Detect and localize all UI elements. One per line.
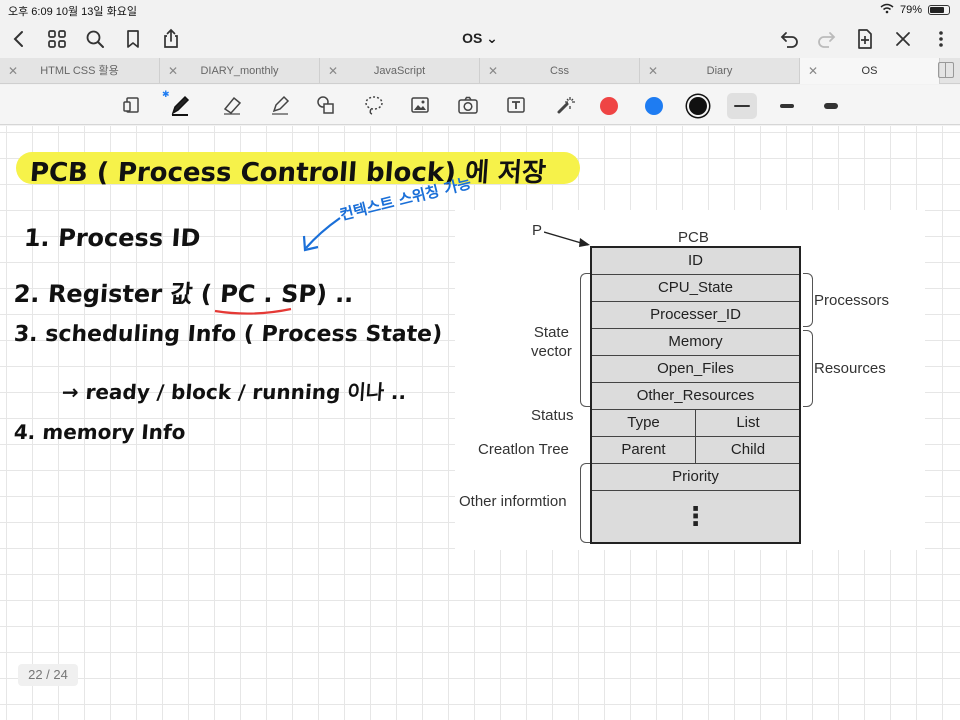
pcb-row-priority: Priority (592, 464, 799, 491)
pcb-row-open-files: Open_Files (592, 356, 799, 383)
camera-tool[interactable] (456, 93, 480, 117)
lasso-icon (365, 96, 383, 115)
camera-icon (458, 96, 478, 114)
pcb-cell-type: Type (592, 410, 696, 436)
resources-brace (803, 330, 813, 407)
pcb-cell-list: List (736, 414, 760, 431)
text-tool[interactable] (504, 93, 528, 117)
close-button[interactable] (890, 26, 916, 52)
tab-close-icon[interactable]: ✕ (648, 58, 658, 84)
label-other-information: Other informtion (459, 493, 567, 510)
stroke-width-thin[interactable] (727, 93, 757, 119)
pcb-row-parent-child: Parent Child (592, 437, 799, 464)
state-vector-brace (580, 273, 590, 407)
pcb-row-cpu-state: CPU_State (592, 275, 799, 302)
undo-button[interactable] (776, 26, 802, 52)
pcb-row-type-list: Type List (592, 410, 799, 437)
tab-close-icon[interactable]: ✕ (488, 58, 498, 84)
pen-tool[interactable] (168, 93, 192, 117)
status-bar: 오후 6:09 10월 13일 화요일 79% (0, 0, 960, 20)
tab-close-icon[interactable]: ✕ (328, 58, 338, 84)
color-red-swatch[interactable] (600, 97, 618, 115)
color-black-swatch[interactable] (689, 97, 707, 115)
pcb-table: ID CPU_State Processer_ID Memory Open_Fi… (590, 246, 801, 544)
tab-strip: ✕ HTML CSS 활용 ✕ DIARY_monthly ✕ JavaScript … (0, 58, 960, 84)
close-icon (896, 32, 910, 46)
split-view-icon[interactable] (938, 62, 954, 78)
pcb-pointer-arrow (544, 231, 590, 247)
label-status: Status (531, 407, 574, 424)
battery-percent: 79% (899, 4, 922, 16)
undo-icon (780, 32, 798, 48)
eraser-icon (223, 96, 242, 115)
shapes-icon (317, 96, 334, 114)
page-layout-icon (123, 97, 139, 113)
laser-pointer-tool[interactable] (554, 93, 578, 117)
label-resources: Resources (814, 360, 886, 377)
processors-brace (803, 273, 813, 327)
tab-close-icon[interactable]: ✕ (8, 58, 18, 84)
tab-javascript[interactable]: ✕ JavaScript (320, 58, 480, 84)
pcb-cell-parent: Parent (592, 437, 696, 463)
pcb-row-other-resources: Other_Resources (592, 383, 799, 410)
redo-button[interactable] (814, 26, 840, 52)
pcb-row-id: ID (592, 248, 799, 275)
label-processors: Processors (814, 292, 890, 309)
drawing-toolbar: ✱ (0, 85, 960, 125)
stroke-width-medium[interactable] (772, 93, 802, 119)
stroke-width-thick[interactable] (816, 93, 846, 119)
tab-html-css[interactable]: ✕ HTML CSS 활용 (0, 58, 160, 84)
shapes-tool[interactable] (314, 93, 338, 117)
page-layout-tool[interactable] (120, 93, 144, 117)
pcb-cell-child: Child (730, 441, 766, 458)
other-information-brace (580, 463, 590, 543)
color-blue-swatch[interactable] (645, 97, 663, 115)
image-icon (411, 97, 429, 113)
status-time-date: 오후 6:09 10월 13일 화요일 (8, 6, 137, 18)
pcb-pointer-label: P (532, 222, 543, 239)
lasso-tool[interactable] (362, 93, 386, 117)
label-state-vector: State vector (531, 324, 572, 360)
label-creation-tree: Creatlon Tree (478, 441, 569, 458)
tab-diary-monthly[interactable]: ✕ DIARY_monthly (160, 58, 320, 84)
nav-bar: OS ⌄ (0, 20, 960, 58)
bluetooth-icon: ✱ (162, 89, 170, 99)
image-tool[interactable] (408, 93, 432, 117)
note-line-4: 4. memory Info (13, 420, 187, 444)
tab-os[interactable]: ✕ OS (800, 58, 940, 84)
page-indicator: 22 / 24 (18, 664, 78, 686)
redo-icon (818, 32, 836, 48)
text-box-icon (507, 97, 525, 113)
add-page-button[interactable] (852, 26, 878, 52)
pcb-title: PCB (678, 229, 709, 246)
red-underline (214, 307, 292, 315)
annotation-arrow (302, 217, 341, 252)
laser-pointer-icon (557, 97, 575, 114)
pcb-row-memory: Memory (592, 329, 799, 356)
note-line-2: 2. Register 값 ( PC . SP) .. (12, 280, 355, 308)
highlighter-tool[interactable] (268, 93, 292, 117)
more-icon (939, 31, 943, 47)
tab-close-icon[interactable]: ✕ (168, 58, 178, 84)
more-button[interactable] (928, 26, 954, 52)
eraser-tool[interactable] (220, 93, 244, 117)
add-page-icon (858, 29, 872, 49)
tab-css[interactable]: ✕ Css (480, 58, 640, 84)
tab-close-icon[interactable]: ✕ (808, 58, 818, 84)
wifi-icon (880, 3, 894, 17)
pcb-row-more: ⋮ (682, 501, 709, 531)
battery-icon (928, 5, 950, 15)
note-line-1: 1. Process ID (23, 224, 202, 252)
note-line-3: 3. scheduling Info ( Process State) (13, 322, 443, 347)
highlighter-icon (272, 95, 290, 115)
pen-icon (171, 95, 190, 116)
tab-diary[interactable]: ✕ Diary (640, 58, 800, 84)
note-line-3b: → ready / block / running 이나 .. (61, 380, 408, 404)
pcb-row-processer-id: Processer_ID (592, 302, 799, 329)
